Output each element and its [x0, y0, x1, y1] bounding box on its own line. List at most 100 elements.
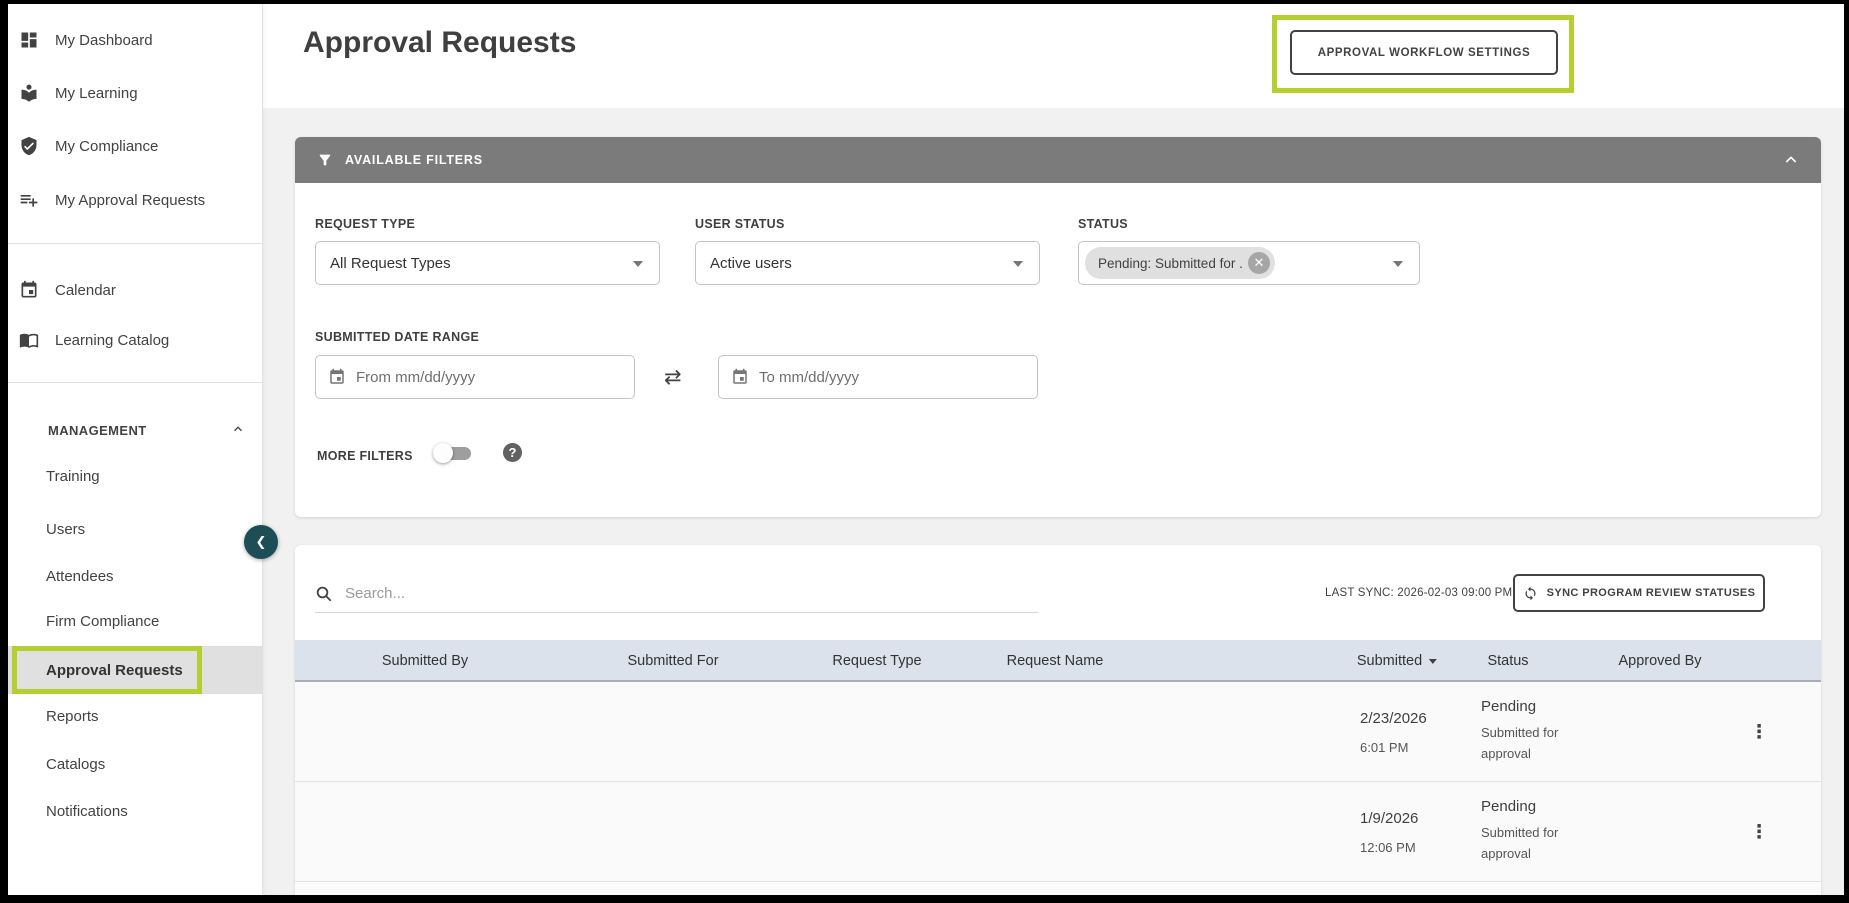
request-type-label: REQUEST TYPE: [315, 217, 415, 231]
submitted-date-range-label: SUBMITTED DATE RANGE: [315, 330, 479, 344]
available-filters-bar[interactable]: AVAILABLE FILTERS: [295, 137, 1821, 183]
row-menu-icon[interactable]: ⋮: [1747, 716, 1771, 748]
table-row-partial: [295, 883, 1821, 895]
status-value: Pending: [1481, 798, 1536, 815]
sidebar-item-my-approval-requests[interactable]: My Approval Requests: [8, 176, 263, 224]
col-approved-by[interactable]: Approved By: [1618, 640, 1701, 682]
approval-requests-icon: [19, 190, 39, 210]
sidebar-collapse-button[interactable]: ❮: [244, 525, 278, 559]
sort-desc-icon: [1429, 659, 1437, 664]
table-row: 1/9/2026 12:06 PM Pending Submitted for …: [295, 782, 1821, 882]
status-label: STATUS: [1078, 217, 1128, 231]
filter-funnel-icon: [317, 152, 333, 168]
search-input[interactable]: [345, 585, 1038, 602]
col-status[interactable]: Status: [1487, 640, 1528, 682]
sidebar-item-firm-compliance[interactable]: Firm Compliance: [8, 598, 263, 645]
user-status-value: Active users: [710, 255, 792, 272]
approval-workflow-settings-button[interactable]: APPROVAL WORKFLOW SETTINGS: [1290, 30, 1558, 75]
sidebar-item-learning-catalog[interactable]: Learning Catalog: [8, 316, 263, 364]
sidebar-item-label: My Dashboard: [55, 32, 153, 49]
calendar-icon[interactable]: [328, 368, 346, 386]
col-request-name[interactable]: Request Name: [1007, 640, 1104, 682]
sidebar-item-users[interactable]: Users: [8, 506, 263, 553]
search-icon: [315, 585, 333, 603]
status-filter-chip: Pending: Submitted for ... ✕: [1085, 247, 1275, 279]
sync-icon: [1523, 586, 1538, 601]
calendar-icon[interactable]: [731, 368, 749, 386]
request-type-value: All Request Types: [330, 255, 451, 272]
management-label: MANAGEMENT: [48, 423, 147, 438]
col-submitted-for[interactable]: Submitted For: [627, 640, 718, 682]
sidebar-item-label: Firm Compliance: [46, 613, 159, 630]
col-request-type[interactable]: Request Type: [832, 640, 921, 682]
sidebar-item-catalogs[interactable]: Catalogs: [8, 741, 263, 788]
sidebar-item-label: My Approval Requests: [55, 192, 205, 209]
help-icon[interactable]: ?: [503, 443, 522, 462]
more-filters-label: MORE FILTERS: [317, 449, 413, 463]
sidebar-item-notifications[interactable]: Notifications: [8, 788, 263, 835]
collapse-filters-icon[interactable]: [1783, 152, 1799, 168]
filters-panel: AVAILABLE FILTERS REQUEST TYPE All Reque…: [295, 137, 1821, 517]
dashboard-icon: [19, 30, 39, 50]
sidebar-item-my-dashboard[interactable]: My Dashboard: [8, 16, 263, 64]
date-to-field[interactable]: [718, 355, 1038, 399]
sidebar-item-training[interactable]: Training: [8, 453, 263, 500]
sidebar-item-label: Calendar: [55, 282, 116, 299]
screenshot-frame: My Dashboard My Learning My Compliance M…: [0, 0, 1849, 903]
submitted-date: 1/9/2026: [1360, 810, 1418, 827]
date-to-input[interactable]: [759, 369, 1025, 386]
chevron-left-icon: ❮: [256, 534, 267, 550]
sidebar-item-label: Attendees: [46, 568, 114, 585]
available-filters-label: AVAILABLE FILTERS: [345, 153, 483, 167]
date-from-field[interactable]: [315, 355, 635, 399]
sidebar-item-label: Training: [46, 468, 100, 485]
row-menu-icon[interactable]: ⋮: [1747, 816, 1771, 848]
dropdown-caret-icon: [633, 261, 643, 267]
sidebar-item-label: Reports: [46, 708, 99, 725]
status-detail: Submitted for approval: [1481, 822, 1589, 864]
sidebar: My Dashboard My Learning My Compliance M…: [8, 4, 263, 895]
sidebar-section-management[interactable]: MANAGEMENT: [8, 406, 263, 454]
col-submitted-sorted[interactable]: Submitted: [1357, 640, 1437, 682]
col-submitted-label: Submitted: [1357, 653, 1422, 669]
user-status-label: USER STATUS: [695, 217, 785, 231]
sidebar-item-label: Catalogs: [46, 756, 105, 773]
submitted-time: 6:01 PM: [1360, 740, 1408, 755]
page-title: Approval Requests: [303, 26, 576, 60]
status-select[interactable]: Pending: Submitted for ... ✕: [1078, 241, 1420, 285]
chip-close-icon[interactable]: ✕: [1248, 252, 1270, 274]
status-detail: Submitted for approval: [1481, 722, 1589, 764]
compliance-icon: [19, 136, 39, 156]
submitted-time: 12:06 PM: [1360, 840, 1416, 855]
sidebar-item-my-learning[interactable]: My Learning: [8, 69, 263, 117]
sidebar-item-approval-requests[interactable]: Approval Requests: [8, 646, 263, 694]
sidebar-item-label: Notifications: [46, 803, 128, 820]
table-row: 2/23/2026 6:01 PM Pending Submitted for …: [295, 682, 1821, 782]
user-status-select[interactable]: Active users: [695, 241, 1040, 285]
sidebar-item-my-compliance[interactable]: My Compliance: [8, 122, 263, 170]
dropdown-caret-icon: [1393, 261, 1403, 267]
more-filters-toggle[interactable]: [433, 442, 473, 464]
table-header-row: Submitted By Submitted For Request Type …: [295, 640, 1821, 682]
sidebar-divider: [8, 243, 263, 244]
request-type-select[interactable]: All Request Types: [315, 241, 660, 285]
sync-program-review-statuses-button[interactable]: SYNC PROGRAM REVIEW STATUSES: [1513, 574, 1765, 612]
sidebar-item-label: Approval Requests: [46, 662, 183, 679]
dropdown-caret-icon: [1013, 261, 1023, 267]
sidebar-item-label: My Learning: [55, 85, 138, 102]
sidebar-item-attendees[interactable]: Attendees: [8, 553, 263, 600]
status-chip-label: Pending: Submitted for ...: [1098, 256, 1242, 271]
swap-arrows-icon: ⇄: [664, 365, 682, 390]
learning-icon: [19, 83, 39, 103]
sidebar-item-label: Users: [46, 521, 85, 538]
sidebar-divider: [8, 382, 263, 383]
date-from-input[interactable]: [356, 369, 622, 386]
toggle-knob: [433, 443, 453, 463]
app-window: My Dashboard My Learning My Compliance M…: [8, 4, 1844, 895]
col-submitted-by[interactable]: Submitted By: [382, 640, 468, 682]
sidebar-item-reports[interactable]: Reports: [8, 693, 263, 740]
sync-button-label: SYNC PROGRAM REVIEW STATUSES: [1547, 587, 1756, 599]
page-header: Approval Requests APPROVAL WORKFLOW SETT…: [263, 4, 1844, 108]
sidebar-item-calendar[interactable]: Calendar: [8, 266, 263, 314]
calendar-icon: [19, 280, 39, 300]
